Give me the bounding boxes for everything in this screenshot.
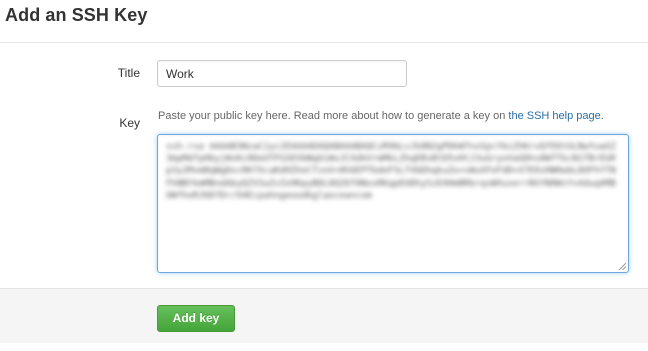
ssh-help-link[interactable]: the SSH help page [508, 110, 600, 122]
page-header: Add an SSH Key [0, 0, 648, 43]
resize-grip-icon[interactable] [618, 262, 626, 270]
form-actions: Add key [0, 288, 648, 343]
key-textarea[interactable]: ssh-rsa AAAAB3NzaC1yc2EAAAADAQABAAABAQCz… [157, 134, 629, 273]
help-text-suffix: . [600, 110, 604, 122]
key-label: Key [119, 116, 140, 130]
ssh-key-page: Add an SSH Key Title Key Paste your publ… [0, 0, 648, 351]
add-key-button[interactable]: Add key [157, 305, 235, 332]
key-help-text: Paste your public key here. Read more ab… [158, 110, 604, 122]
title-input[interactable] [157, 60, 407, 87]
help-text-prefix: Paste your public key here. Read more ab… [158, 110, 509, 122]
key-textarea-content: ssh-rsa AAAAB3NzaC1yc2EAAAADAQABAAABAQCz… [166, 142, 616, 201]
page-title: Add an SSH Key [5, 5, 148, 25]
title-label: Title [117, 66, 140, 80]
